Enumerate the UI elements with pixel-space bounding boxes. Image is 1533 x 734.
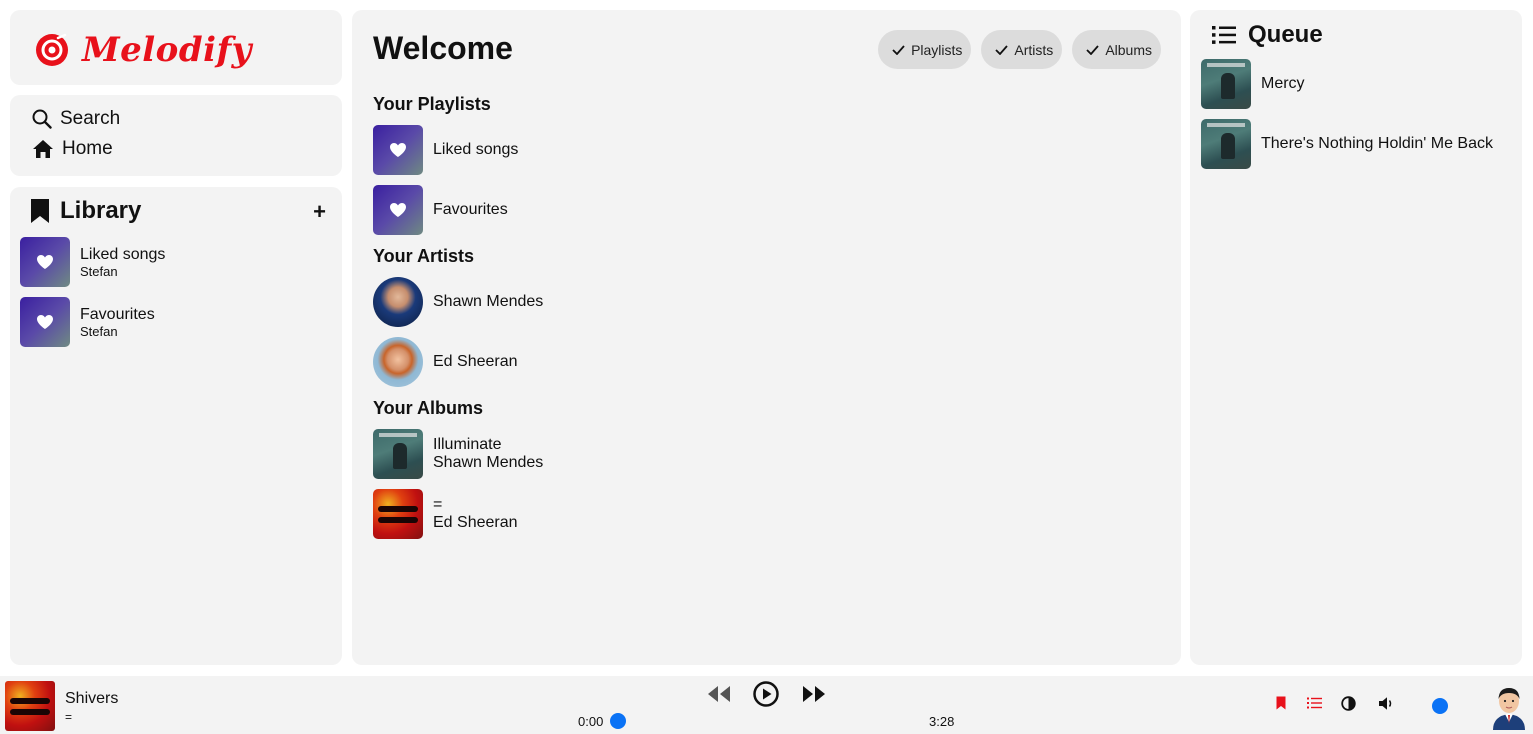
queue-panel: Queue Mercy There's Nothing Holdin' Me B… [1190,10,1522,665]
check-icon [1086,44,1099,55]
playlist-title: Favourites [433,201,508,218]
library-item[interactable]: Liked songs Stefan [20,237,165,287]
bookmark-icon[interactable] [1276,696,1286,710]
playlist-cover [373,125,423,175]
list-icon [1212,26,1236,44]
albums-heading: Your Albums [373,398,484,418]
artist-row[interactable]: Ed Sheeran [373,337,518,387]
library-header[interactable]: Library [30,197,141,225]
album-cover [373,429,423,479]
artists-heading: Your Artists [373,246,475,266]
melodify-logo-icon [36,33,68,66]
library-item-title: Liked songs [80,245,166,263]
queue-icon[interactable] [1307,697,1322,709]
bookmark-icon [31,199,49,223]
heart-icon [390,143,406,157]
user-avatar[interactable] [1490,684,1528,730]
queue-header: Queue [1212,21,1323,49]
app-logo[interactable]: Melodify [34,30,252,70]
album-row[interactable]: Illuminate Shawn Mendes [373,429,543,479]
rewind-icon[interactable] [705,684,732,704]
check-icon [892,44,905,55]
artist-name: Shawn Mendes [433,293,544,310]
filter-chip-albums[interactable]: Albums [1072,30,1161,69]
player-bar: Shivers = 0:00 3:28 [0,676,1533,734]
queue-item-cover [1201,119,1251,169]
heart-icon [37,255,53,269]
filter-chip-label: Albums [1105,41,1152,58]
artist-avatar [373,337,423,387]
progress-knob[interactable] [610,713,626,729]
library-item-owner: Stefan [80,263,118,279]
add-playlist-button[interactable]: + [313,199,326,225]
filter-chip-artists[interactable]: Artists [981,30,1063,69]
fast-forward-icon[interactable] [801,684,828,704]
queue-title: Queue [1248,21,1323,48]
album-artist: Ed Sheeran [433,514,518,531]
library-item-title: Favourites [80,305,155,323]
volume-knob[interactable] [1432,698,1448,714]
main-panel: Welcome Playlists Artists Albums Your Pl… [352,10,1181,665]
volume-icon[interactable] [1378,696,1394,711]
album-artist: Shawn Mendes [433,454,544,471]
playlist-cover [20,297,70,347]
heart-icon [37,315,53,329]
queue-item-title: There's Nothing Holdin' Me Back [1261,135,1493,152]
now-playing-title: Shivers [65,690,119,707]
album-title: = [433,496,443,513]
library-panel: Library + Liked songs Stefan Favourites … [10,187,342,665]
nav-home-label: Home [62,138,113,159]
playlists-heading: Your Playlists [373,94,491,114]
filter-chips: Playlists Artists Albums [878,30,1161,69]
library-title: Library [60,197,142,224]
theme-toggle-icon[interactable] [1341,696,1356,711]
check-icon [995,44,1009,55]
nav-home[interactable]: Home [32,138,113,160]
artist-row[interactable]: Shawn Mendes [373,277,543,327]
heart-icon [390,203,406,217]
now-playing-album: = [65,710,73,724]
album-title: Illuminate [433,436,502,453]
app-name: Melodify [82,30,252,70]
queue-item[interactable]: Mercy [1201,59,1305,109]
playlist-row[interactable]: Liked songs [373,125,518,175]
play-icon[interactable] [753,681,779,707]
progress-slider[interactable] [610,713,920,729]
filter-chip-playlists[interactable]: Playlists [878,30,972,69]
nav-panel: Search Home [10,95,342,176]
duration-time: 3:28 [929,714,955,729]
filter-chip-label: Playlists [911,41,963,58]
logo-panel: Melodify [10,10,342,85]
home-icon [33,140,53,158]
playlist-cover [20,237,70,287]
queue-item-title: Mercy [1261,75,1305,92]
queue-item[interactable]: There's Nothing Holdin' Me Back [1201,119,1493,169]
filter-chip-label: Artists [1014,41,1054,58]
playlist-cover [373,185,423,235]
page-title: Welcome [373,30,513,66]
playlist-row[interactable]: Favourites [373,185,508,235]
nav-search[interactable]: Search [32,108,120,130]
album-row[interactable]: = Ed Sheeran [373,489,518,539]
album-cover [373,489,423,539]
nav-search-label: Search [60,108,121,129]
artist-name: Ed Sheeran [433,353,518,370]
artist-avatar [373,277,423,327]
volume-slider[interactable] [1400,698,1448,714]
library-item[interactable]: Favourites Stefan [20,297,155,347]
now-playing-cover [5,681,55,731]
playlist-title: Liked songs [433,141,519,158]
search-icon [32,109,52,129]
library-item-owner: Stefan [80,323,118,339]
queue-item-cover [1201,59,1251,109]
current-time: 0:00 [578,714,604,729]
